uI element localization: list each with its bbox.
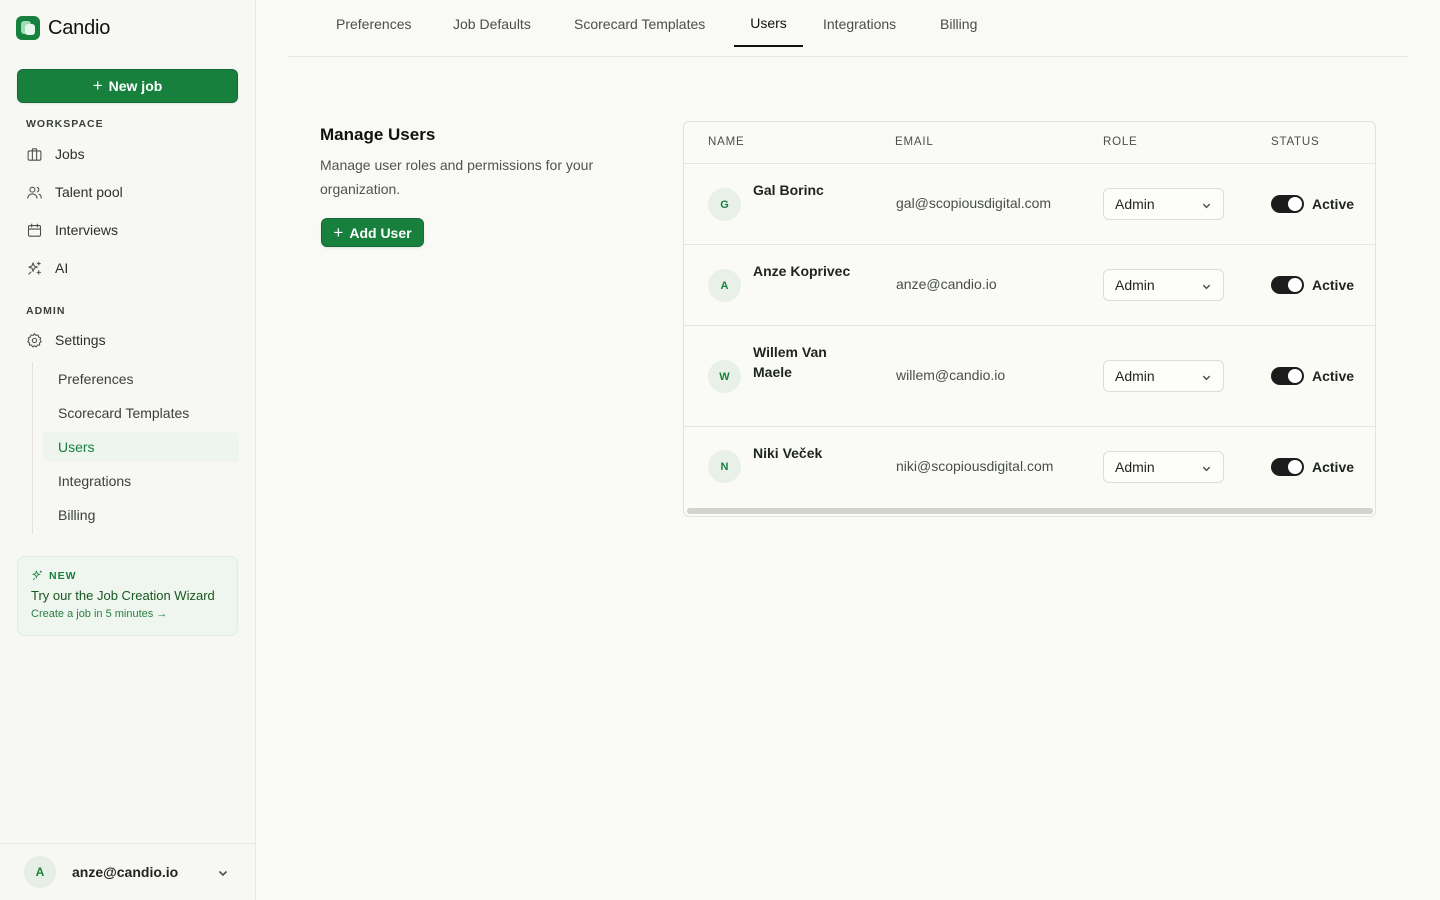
settings-item-billing[interactable]: Billing <box>43 500 239 530</box>
status-label: Active <box>1312 196 1355 212</box>
role-select-value: Admin <box>1115 459 1155 475</box>
sidebar-item-settings[interactable]: Settings <box>17 325 238 355</box>
admin-section-label: ADMIN <box>26 305 66 317</box>
role-select-value: Admin <box>1115 277 1155 293</box>
promo-tag: NEW <box>31 569 224 582</box>
page-title: Manage Users <box>320 125 436 144</box>
column-header-email: EMAIL <box>895 136 934 148</box>
briefcase-icon <box>27 147 42 161</box>
role-select-value: Admin <box>1115 196 1155 212</box>
sidebar-item-label: AI <box>55 260 69 276</box>
brand[interactable]: Candio <box>16 16 110 40</box>
status-toggle[interactable] <box>1271 195 1304 213</box>
sidebar-item-jobs[interactable]: Jobs <box>17 139 238 169</box>
account-menu[interactable]: A anze@candio.io <box>0 843 255 900</box>
plus-icon: + <box>92 76 103 95</box>
avatar: A <box>708 269 741 302</box>
page-description: Manage user roles and permissions for yo… <box>320 157 594 197</box>
sidebar: Candio + New job WORKSPACE Jobs Talent p… <box>0 0 256 900</box>
status-toggle[interactable] <box>1271 458 1304 476</box>
settings-tabs: Preferences Job Defaults Scorecard Templ… <box>288 0 1408 57</box>
sidebar-item-interviews[interactable]: Interviews <box>17 215 238 245</box>
users-table: NAME EMAIL ROLE STATUS G Gal Borinc gal@… <box>683 121 1376 517</box>
status-cell: Active <box>1271 367 1354 385</box>
sidebar-item-label: Talent pool <box>55 184 123 200</box>
role-select[interactable]: Admin <box>1103 269 1224 301</box>
table-row: W Willem Van Maele willem@candio.io Admi… <box>684 326 1375 427</box>
tab-integrations[interactable]: Integrations <box>821 0 898 47</box>
table-row: N Niki Veček niki@scopiousdigital.com Ad… <box>684 427 1375 508</box>
chevron-down-icon <box>1202 284 1211 290</box>
sparkles-icon <box>28 261 42 275</box>
column-header-status: STATUS <box>1271 136 1320 148</box>
table-row: G Gal Borinc gal@scopiousdigital.com Adm… <box>684 164 1375 245</box>
chevron-down-icon[interactable] <box>217 866 229 878</box>
sidebar-item-label: Settings <box>55 332 106 348</box>
add-user-label: Add User <box>349 224 412 241</box>
sidebar-item-talent-pool[interactable]: Talent pool <box>17 177 238 207</box>
gear-icon <box>27 332 42 347</box>
sidebar-item-label: Jobs <box>55 146 85 162</box>
workspace-section-label: WORKSPACE <box>26 118 104 130</box>
status-cell: Active <box>1271 276 1354 294</box>
status-label: Active <box>1312 459 1355 475</box>
column-header-name: NAME <box>708 136 745 148</box>
sidebar-item-label: Interviews <box>55 222 119 238</box>
account-email: anze@candio.io <box>72 864 179 880</box>
user-email: niki@scopiousdigital.com <box>896 458 1054 474</box>
user-name: Willem Van Maele <box>753 344 827 380</box>
table-row: A Anze Koprivec anze@candio.io Admin Act… <box>684 245 1375 326</box>
settings-item-integrations[interactable]: Integrations <box>43 466 239 496</box>
user-name: Gal Borinc <box>753 182 824 198</box>
sparkles-icon <box>31 569 42 581</box>
role-select[interactable]: Admin <box>1103 188 1224 220</box>
user-email: willem@candio.io <box>896 367 1006 383</box>
new-job-button[interactable]: + New job <box>17 69 238 103</box>
user-name: Niki Veček <box>753 445 823 461</box>
tab-scorecard-templates[interactable]: Scorecard Templates <box>572 0 707 47</box>
promo-title: Try our the Job Creation Wizard <box>31 588 215 603</box>
candio-logo-icon <box>16 16 40 40</box>
tab-users[interactable]: Users <box>734 0 803 47</box>
user-email: gal@scopiousdigital.com <box>896 195 1052 211</box>
avatar: W <box>708 360 741 393</box>
chevron-down-icon <box>1202 375 1211 381</box>
avatar: N <box>708 450 741 483</box>
tab-job-defaults[interactable]: Job Defaults <box>451 0 533 47</box>
role-select[interactable]: Admin <box>1103 451 1224 483</box>
avatar: A <box>24 856 56 888</box>
status-label: Active <box>1312 368 1355 384</box>
status-toggle[interactable] <box>1271 367 1304 385</box>
promo-tag-label: NEW <box>49 569 77 582</box>
tab-billing[interactable]: Billing <box>938 0 979 47</box>
horizontal-scrollbar[interactable] <box>687 508 1373 514</box>
calendar-icon <box>27 223 42 237</box>
brand-name: Candio <box>48 16 111 39</box>
chevron-down-icon <box>1202 203 1211 209</box>
status-label: Active <box>1312 277 1355 293</box>
settings-subnav: Preferences Scorecard Templates Users In… <box>32 362 239 534</box>
settings-item-scorecard-templates[interactable]: Scorecard Templates <box>43 398 239 428</box>
status-cell: Active <box>1271 458 1354 476</box>
promo-link[interactable]: Create a job in 5 minutes → <box>31 608 224 620</box>
user-email: anze@candio.io <box>896 276 997 292</box>
settings-item-preferences[interactable]: Preferences <box>43 364 239 394</box>
avatar: G <box>708 188 741 221</box>
tab-preferences[interactable]: Preferences <box>334 0 413 47</box>
plus-icon: + <box>333 222 344 242</box>
chevron-down-icon <box>1202 466 1211 472</box>
new-job-label: New job <box>108 78 163 94</box>
role-select-value: Admin <box>1115 368 1155 384</box>
status-toggle[interactable] <box>1271 276 1304 294</box>
table-header: NAME EMAIL ROLE STATUS <box>684 122 1375 164</box>
column-header-role: ROLE <box>1103 136 1138 148</box>
settings-item-users[interactable]: Users <box>43 432 239 462</box>
add-user-button[interactable]: + Add User <box>321 218 424 247</box>
sidebar-item-ai[interactable]: AI <box>17 253 238 283</box>
role-select[interactable]: Admin <box>1103 360 1224 392</box>
status-cell: Active <box>1271 195 1354 213</box>
user-name: Anze Koprivec <box>753 263 851 279</box>
promo-card[interactable]: NEW Try our the Job Creation Wizard Crea… <box>17 556 238 636</box>
users-icon <box>27 186 42 199</box>
